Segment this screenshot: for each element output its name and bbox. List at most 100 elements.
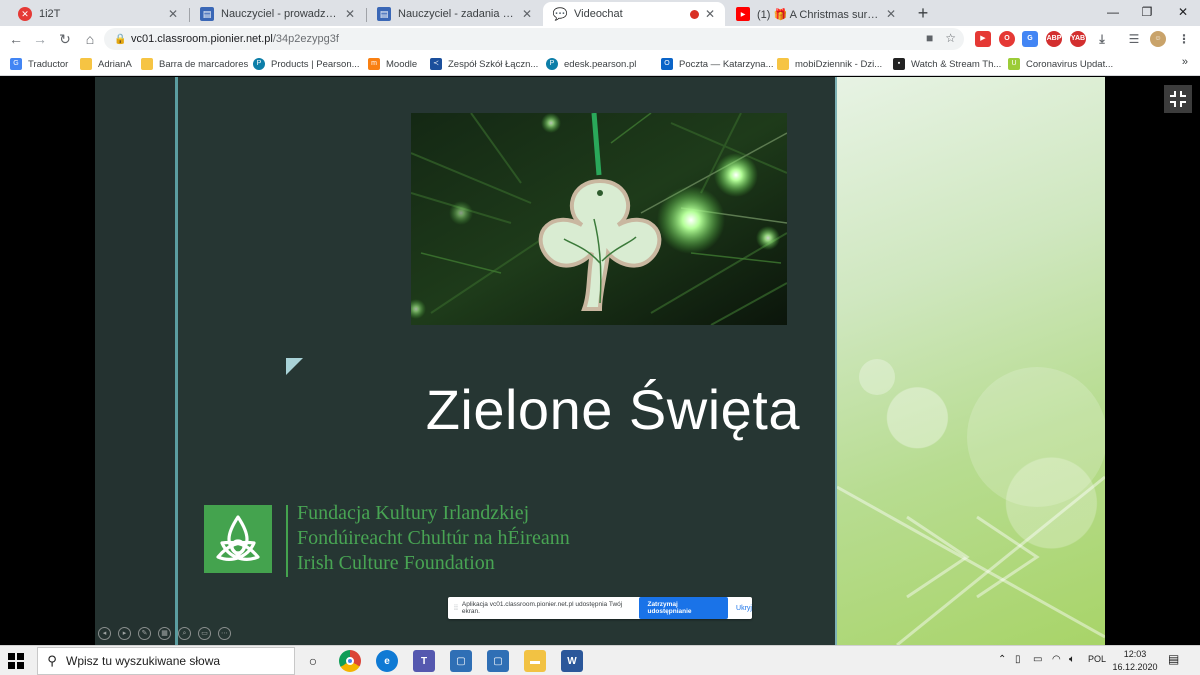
slides-grid-icon[interactable]: ▦ bbox=[158, 627, 171, 640]
bookmark-label: mobiDziennik - Dzi... bbox=[795, 58, 883, 70]
download-icon[interactable]: ⤓ bbox=[1094, 31, 1110, 47]
slide-title: Zielone Święta bbox=[425, 378, 800, 441]
camera-icon[interactable]: ■ bbox=[926, 31, 933, 45]
screen-share-notification: ⁞⁞ Aplikacja vc01.classroom.pionier.net.… bbox=[448, 597, 752, 619]
tab-title: Nauczyciel - zadania domowe - bbox=[398, 8, 516, 20]
bookmark-item[interactable]: mobiDziennik - Dzi... bbox=[777, 56, 882, 72]
tab-nauczyciel-lekcje[interactable]: ▤ Nauczyciel - prowadzenie lekcji - ✕ bbox=[190, 2, 365, 26]
folder-icon bbox=[141, 58, 153, 70]
teams-icon[interactable]: T bbox=[413, 650, 435, 672]
clock-time: 12:03 bbox=[1123, 649, 1147, 659]
show-hidden-icons[interactable]: ⌃ bbox=[998, 654, 1006, 665]
previous-slide-icon[interactable]: ◂ bbox=[98, 627, 111, 640]
close-tab-icon[interactable]: ✕ bbox=[884, 7, 898, 21]
slide-left-panel bbox=[95, 77, 175, 645]
system-clock[interactable]: 12:03 16.12.2020 bbox=[1112, 648, 1158, 674]
file-explorer-icon[interactable]: ▬ bbox=[524, 650, 546, 672]
bookmark-item[interactable]: ▪ Watch & Stream Th... bbox=[893, 56, 1001, 72]
foundation-name-english: Irish Culture Foundation bbox=[297, 552, 495, 574]
bookmark-item[interactable]: AdrianA bbox=[80, 56, 132, 72]
extension-opera-icon[interactable]: O bbox=[999, 31, 1015, 47]
language-indicator[interactable]: POL bbox=[1088, 654, 1106, 664]
ornament-photo bbox=[411, 113, 787, 325]
hide-button[interactable]: Ukryj bbox=[736, 605, 752, 612]
bookmark-item[interactable]: U Coronavirus Updat... bbox=[1008, 56, 1113, 72]
stop-sharing-button[interactable]: Zatrzymaj udostępnianie bbox=[639, 597, 729, 619]
extension-video-icon[interactable]: ▶ bbox=[975, 31, 991, 47]
classroom-icon: ▤ bbox=[200, 7, 214, 21]
device-icon[interactable]: ▯ bbox=[1015, 654, 1021, 665]
close-window-button[interactable]: ✕ bbox=[1160, 0, 1200, 26]
close-tab-icon[interactable]: ✕ bbox=[343, 7, 357, 21]
task-view-icon[interactable]: ○ bbox=[302, 650, 324, 672]
word-icon[interactable]: W bbox=[561, 650, 583, 672]
reload-button[interactable]: ↻ bbox=[55, 29, 75, 49]
slideshow-controls: ◂ ▸ ✎ ▦ ⌕ ▭ ⋯ bbox=[98, 627, 231, 640]
yab-extension-icon[interactable]: YAB bbox=[1070, 31, 1086, 47]
bookmark-label: Barra de marcadores bbox=[159, 58, 249, 70]
wifi-icon[interactable]: ◠ bbox=[1052, 654, 1061, 665]
url-host: vc01.classroom.pionier.net.pl bbox=[131, 33, 273, 45]
close-tab-icon[interactable]: ✕ bbox=[520, 7, 534, 21]
new-tab-button[interactable]: + bbox=[912, 3, 934, 23]
bookmark-star-icon[interactable]: ☆ bbox=[945, 31, 956, 45]
exit-fullscreen-button[interactable] bbox=[1164, 85, 1192, 113]
edge-icon[interactable]: e bbox=[376, 650, 398, 672]
home-button[interactable]: ⌂ bbox=[80, 29, 100, 49]
chat-bubble-icon: 💬 bbox=[552, 7, 568, 21]
bookmark-label: Traductor bbox=[28, 58, 69, 70]
bookmark-label: Watch & Stream Th... bbox=[911, 58, 1002, 70]
logo-divider bbox=[286, 505, 288, 577]
lock-icon[interactable]: 🔒 bbox=[114, 34, 126, 45]
bookmark-item[interactable]: O Poczta — Katarzyna... bbox=[661, 56, 774, 72]
tab-title: 1i2T bbox=[39, 8, 61, 20]
forward-button[interactable]: → bbox=[30, 29, 50, 49]
profile-avatar[interactable]: ☺ bbox=[1150, 31, 1166, 47]
translate-extension-icon[interactable]: G bbox=[1022, 31, 1038, 47]
tab-youtube[interactable]: ▶ (1) 🎁 A Christmas surprise for k ✕ bbox=[726, 2, 906, 26]
foundation-name: Fundacja Kultury Irlandzkiej Fondúireach… bbox=[297, 501, 570, 576]
windows-start-button[interactable] bbox=[8, 653, 24, 669]
bookmark-item[interactable]: P Products | Pearson... bbox=[253, 56, 360, 72]
next-slide-icon[interactable]: ▸ bbox=[118, 627, 131, 640]
address-bar[interactable]: 🔒 vc01.classroom.pionier.net.pl/34p2ezyp… bbox=[104, 28, 964, 50]
pen-icon[interactable]: ✎ bbox=[138, 627, 151, 640]
menu-kebab-icon[interactable]: ⋮ bbox=[1176, 31, 1192, 47]
tab-videochat[interactable]: 💬 Videochat ✕ bbox=[543, 2, 725, 26]
close-tab-icon[interactable]: ✕ bbox=[703, 7, 717, 21]
bookmark-label: AdrianA bbox=[98, 58, 132, 70]
close-tab-icon[interactable]: ✕ bbox=[166, 7, 180, 21]
battery-icon[interactable]: ▭ bbox=[1033, 654, 1042, 665]
classroom-app-icon[interactable]: ▢ bbox=[487, 650, 509, 672]
bookmark-label: Zespół Szkół Łączn... bbox=[448, 58, 539, 70]
collapse-icon bbox=[1170, 91, 1186, 107]
adblock-icon[interactable]: ABP bbox=[1046, 31, 1062, 47]
folder-icon bbox=[777, 58, 789, 70]
bookmark-item[interactable]: m Moodle bbox=[368, 56, 417, 72]
chrome-icon[interactable] bbox=[339, 650, 361, 672]
notifications-icon[interactable]: ▤ bbox=[1168, 652, 1179, 666]
bookmark-item[interactable]: ≺ Zespół Szkół Łączn... bbox=[430, 56, 538, 72]
classroom-app-icon[interactable]: ▢ bbox=[450, 650, 472, 672]
folder-icon bbox=[80, 58, 92, 70]
bookmarks-bar: G Traductor AdrianA Barra de marcadores P… bbox=[0, 52, 1200, 76]
bookmark-item[interactable]: Barra de marcadores bbox=[141, 56, 248, 72]
volume-icon[interactable]: 🔈︎ bbox=[1069, 654, 1075, 665]
zoom-icon[interactable]: ⌕ bbox=[178, 627, 191, 640]
slide-decorative-panel bbox=[836, 77, 1107, 647]
bookmarks-overflow-button[interactable]: » bbox=[1182, 56, 1188, 68]
irish-culture-logo bbox=[204, 505, 272, 573]
subtitles-icon[interactable]: ▭ bbox=[198, 627, 211, 640]
drag-handle-icon[interactable]: ⁞⁞ bbox=[454, 605, 458, 612]
tab-1i2t[interactable]: ✕ 1i2T ✕ bbox=[8, 2, 188, 26]
taskbar-search-box[interactable]: ⚲ Wpisz tu wyszukiwane słowa bbox=[37, 647, 295, 675]
school-icon: ≺ bbox=[430, 58, 442, 70]
back-button[interactable]: ← bbox=[6, 29, 26, 49]
bookmark-item[interactable]: Pedesk.pearson.pl bbox=[546, 56, 636, 72]
media-queue-icon[interactable]: ☰ bbox=[1126, 31, 1142, 47]
moodle-icon: m bbox=[368, 58, 380, 70]
bookmark-item[interactable]: G Traductor bbox=[10, 56, 68, 72]
bookmark-label: edesk.pearson.pl bbox=[564, 58, 637, 70]
tab-nauczyciel-zadania[interactable]: ▤ Nauczyciel - zadania domowe - ✕ bbox=[367, 2, 542, 26]
more-options-icon[interactable]: ⋯ bbox=[218, 627, 231, 640]
